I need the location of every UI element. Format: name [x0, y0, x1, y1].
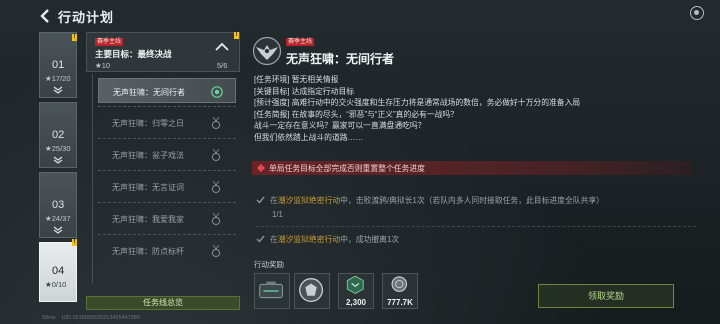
chapter-progress: ★25/30 [45, 144, 71, 153]
eagle-emblem-icon [252, 36, 282, 66]
warning-diamond-icon [257, 164, 265, 172]
divider [256, 226, 696, 227]
warning-banner: 单局任务目标全部完成否则重置整个任务进度 [252, 161, 692, 175]
subtask-item[interactable]: 无声狂啸：防点标杆 [98, 238, 236, 263]
info-line: [任务简报] 在故事的尽头，“邪恶”与“正义”真的必有一战吗？ [254, 109, 459, 119]
info-line: [关键目标] 达成指定行动目标 [254, 86, 355, 96]
divider [98, 234, 236, 235]
subtask-label: 无声狂啸：我爱我家 [112, 215, 184, 224]
info-line: 但我们依然踏上战斗的道路…… [254, 132, 364, 142]
subtask-label: 无声狂啸：无间行者 [113, 88, 185, 97]
season-tag: 赛季主线 [95, 38, 124, 46]
medal-icon [211, 244, 221, 258]
chapter-number: 03 [52, 199, 65, 211]
task-list: ! 赛季主线 主要目标：最终决战 ★10 5/6 无声狂啸：无间行者 无声狂啸：… [86, 30, 242, 290]
subtask-label: 无声狂啸：归零之日 [112, 119, 184, 128]
chevron-down-icon [53, 156, 63, 164]
medal-icon [211, 116, 221, 130]
objective-progress: 1/1 [272, 210, 283, 219]
main-task-count: 5/6 [217, 61, 228, 70]
coin-icon [391, 276, 408, 292]
detail-title: 无声狂啸：无间行者 [286, 52, 395, 66]
medal-icon [211, 148, 221, 162]
subtask-item[interactable]: 无声狂啸：无间行者 [98, 78, 236, 103]
divider [98, 106, 236, 107]
medal-icon [211, 212, 221, 226]
emblem-icon [299, 278, 324, 303]
task-info: [任务环境] 暂无相关情报 [关键目标] 达成指定行动目标 [预计强度] 高难行… [254, 74, 694, 144]
check-icon [256, 196, 265, 204]
active-target-icon [211, 86, 223, 98]
chapter-progress: ★24/37 [45, 214, 71, 223]
chevron-up-icon[interactable] [215, 42, 229, 52]
chapter-number: 02 [52, 129, 65, 141]
claim-reward-button[interactable]: 领取奖励 [538, 284, 674, 308]
reward-amount: 777.7K [387, 298, 413, 307]
divider [98, 138, 236, 139]
info-line: 战斗一定存在意义吗？赢家可以一直满盘通吃吗？ [254, 121, 426, 131]
main-task-name: 主要目标：最终决战 [95, 49, 172, 59]
signal-text: 58ms [42, 315, 56, 321]
weapon-case-icon [259, 281, 283, 299]
reward-amount: 2,300 [345, 298, 367, 307]
notice-badge: ! [72, 239, 77, 246]
reward-item[interactable]: 2,300 [338, 273, 374, 309]
notice-badge: ! [234, 32, 239, 39]
main-task-stars: ★10 [95, 61, 111, 70]
chapter-tab-03[interactable]: 03 ★24/37 [39, 172, 77, 238]
subtask-item[interactable]: 无声狂啸：瓮子戏法 [98, 142, 236, 167]
subtask-label: 无声狂啸：瓮子戏法 [112, 151, 184, 160]
notice-badge: ! [72, 34, 77, 41]
info-line: [预计强度] 高难行动中的交火强度和生存压力将是通常战场的数倍，务必做好十万分的… [254, 98, 581, 108]
chapter-tab-01[interactable]: ! 01 ★17/20 [39, 32, 77, 98]
footer-info: 58ms UID 0218895520213425447989 [42, 315, 140, 321]
info-line: [任务环境] 暂无相关情报 [254, 75, 339, 84]
header: 行动计划 [0, 0, 720, 32]
chapter-tab-04[interactable]: ! 04 ★0/10 [39, 239, 77, 302]
task-summary-button[interactable]: 任务线总览 [86, 296, 240, 310]
chapter-number: 01 [52, 59, 65, 71]
chapter-progress: ★17/20 [45, 74, 71, 83]
divider [98, 170, 236, 171]
chapter-number: 04 [52, 265, 65, 277]
settings-icon[interactable] [690, 6, 704, 20]
chapter-tab-02[interactable]: 02 ★25/30 [39, 102, 77, 168]
back-arrow-icon [40, 9, 49, 23]
check-icon [256, 235, 265, 243]
main-task-header[interactable]: ! 赛季主线 主要目标：最终决战 ★10 5/6 [86, 32, 240, 72]
reward-item[interactable] [254, 273, 290, 309]
objective-text: 在潮汐监狱绝密行动中，击败渡鸦/典狱长1次（若队内多人同时接取任务，此目标进度全… [270, 196, 604, 205]
uid-text: UID 0218895520213425447989 [61, 315, 140, 321]
reward-item[interactable]: 777.7K [382, 273, 418, 309]
chapter-list: ! 01 ★17/20 02 ★25/30 03 ★24/37 ! 04 ★0/… [0, 28, 90, 324]
warning-text: 单局任务目标全部完成否则重置整个任务进度 [269, 163, 425, 173]
back-button[interactable] [36, 7, 54, 25]
season-tag: 赛季主线 [286, 38, 315, 46]
divider [98, 202, 236, 203]
objective-text: 在潮汐监狱绝密行动中，成功撤离1次 [270, 235, 400, 244]
subtask-item[interactable]: 无声狂啸：我爱我家 [98, 206, 236, 231]
rewards-title: 行动奖励 [254, 260, 284, 269]
subtask-label: 无声狂啸：防点标杆 [112, 247, 184, 256]
exp-icon [346, 275, 364, 294]
subtask-item[interactable]: 无声狂啸：归零之日 [98, 110, 236, 135]
subtask-item[interactable]: 无声狂啸：无言证词 [98, 174, 236, 199]
chevron-down-icon [53, 86, 63, 94]
chevron-down-icon [53, 226, 63, 234]
subtask-label: 无声狂啸：无言证词 [112, 183, 184, 192]
medal-icon [211, 180, 221, 194]
tree-line [92, 74, 93, 284]
chapter-progress: ★0/10 [45, 280, 67, 289]
task-detail-panel: 赛季主线 无声狂啸：无间行者 [任务环境] 暂无相关情报 [关键目标] 达成指定… [248, 30, 720, 324]
page-title: 行动计划 [58, 10, 115, 25]
reward-item[interactable] [294, 273, 330, 309]
